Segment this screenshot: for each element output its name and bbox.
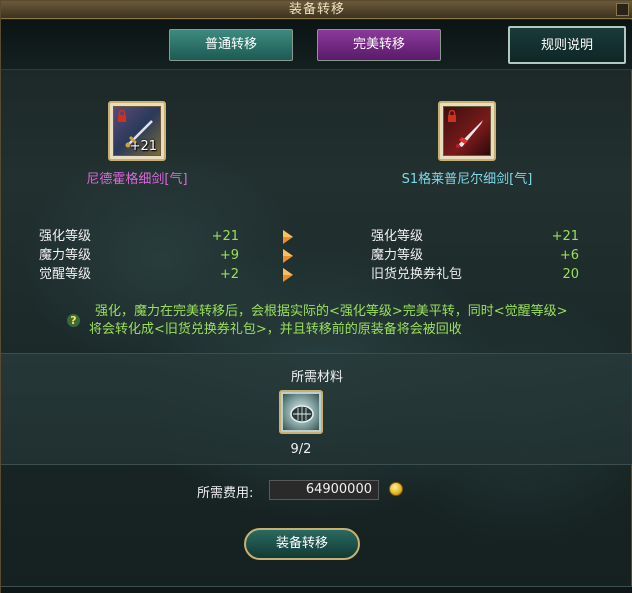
info-line: 强化，魔力在完美转移后，会根据实际的<强化等级>完美平转，同时<觉醒等级> (95, 304, 568, 319)
material-icon (283, 394, 319, 430)
gold-coin-icon (389, 482, 403, 496)
stat-label: 强化等级 (39, 229, 92, 244)
fee-value: 64900000 (269, 480, 379, 500)
sword-icon (456, 120, 483, 148)
leaf-icon (290, 405, 314, 423)
materials-title: 所需材料 (290, 370, 343, 385)
stat-label: 魔力等级 (39, 248, 92, 263)
target-item-slot[interactable] (438, 101, 496, 161)
source-item-slot[interactable]: +21 (108, 101, 166, 161)
stat-value: +9 (219, 248, 239, 263)
info-line: 将会转化成<旧货兑换券礼包>，并且转移前的原装备将会被回收 (89, 322, 462, 337)
bottom-strip (1, 586, 632, 593)
material-slot[interactable] (279, 390, 323, 434)
target-stat-row: 强化等级 +21 (371, 228, 579, 246)
target-item-icon (443, 106, 491, 156)
target-stat-row: 魔力等级 +6 (371, 247, 579, 265)
target-stat-row: 旧货兑换券礼包 20 (371, 266, 579, 284)
arrow-right-icon (283, 230, 293, 244)
stat-label: 旧货兑换券礼包 (371, 267, 463, 282)
arrow-right-icon (283, 249, 293, 263)
stat-value: +21 (211, 229, 239, 244)
rules-button[interactable]: 规则说明 (508, 26, 626, 64)
stat-value: +2 (219, 267, 239, 282)
window-title: 装备转移 (288, 2, 345, 17)
source-item-icon: +21 (113, 106, 161, 156)
stat-value: +21 (551, 229, 579, 244)
source-stat-row: 强化等级 +21 (39, 228, 239, 246)
equipment-transfer-window: 装备转移 普通转移 完美转移 规则说明 +21 尼德霍格细剑[气] S1格莱普尼… (0, 0, 632, 593)
enhancement-badge: +21 (129, 139, 157, 154)
close-icon[interactable] (616, 3, 629, 16)
source-item-name: 尼德霍格细剑[气] (86, 172, 188, 187)
stat-label: 强化等级 (371, 229, 424, 244)
tab-bar: 普通转移 完美转移 规则说明 (1, 20, 632, 70)
stat-label: 魔力等级 (371, 248, 424, 263)
fee-label: 所需费用: (197, 486, 254, 501)
materials-panel: 所需材料 9/2 (1, 353, 632, 465)
stat-value: 20 (562, 267, 579, 282)
material-count: 9/2 (290, 442, 312, 457)
title-bar[interactable]: 装备转移 (1, 1, 632, 19)
tab-normal-transfer[interactable]: 普通转移 (169, 29, 293, 61)
tab-perfect-transfer[interactable]: 完美转移 (317, 29, 441, 61)
target-item-name: S1格莱普尼尔细剑[气] (401, 172, 533, 187)
source-stat-row: 魔力等级 +9 (39, 247, 239, 265)
arrow-right-icon (283, 268, 293, 282)
stat-value: +6 (559, 248, 579, 263)
source-stat-row: 觉醒等级 +2 (39, 266, 239, 284)
transfer-info-text: 强化，魔力在完美转移后，会根据实际的<强化等级>完美平转，同时<觉醒等级> 将会… (89, 303, 589, 339)
transfer-button[interactable]: 装备转移 (244, 528, 360, 560)
stat-label: 觉醒等级 (39, 267, 92, 282)
help-icon[interactable]: ? (67, 314, 80, 327)
